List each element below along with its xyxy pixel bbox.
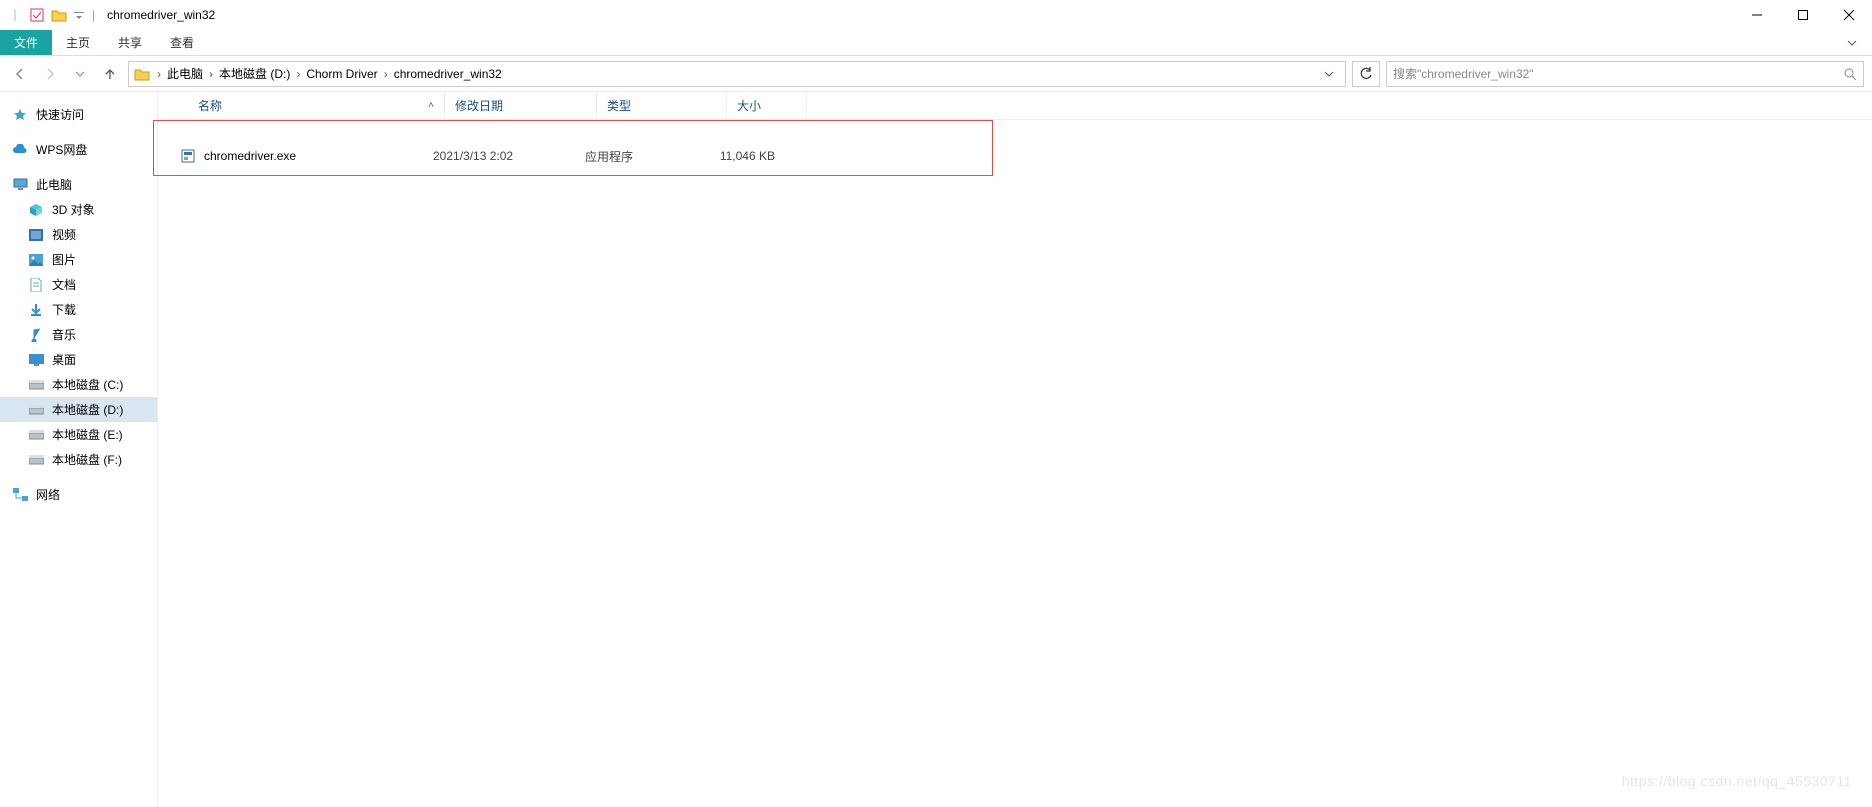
sidebar-item-label: 下载	[52, 301, 76, 318]
pc-icon	[12, 177, 28, 193]
qat-app-icon[interactable]	[28, 6, 46, 24]
folder-icon	[133, 65, 151, 83]
chevron-right-icon[interactable]: ›	[382, 67, 390, 81]
column-header-size[interactable]: 大小	[727, 92, 807, 119]
sort-ascending-icon: ˄	[428, 100, 434, 111]
drive-icon	[28, 427, 44, 443]
nav-up-button[interactable]	[98, 62, 122, 86]
sidebar-item-label: 快速访问	[36, 106, 84, 123]
sidebar-this-pc[interactable]: 此电脑	[0, 172, 157, 197]
file-date: 2021/3/13 2:02	[423, 149, 575, 163]
sidebar-item-label: 本地磁盘 (E:)	[52, 426, 123, 443]
tab-file[interactable]: 文件	[0, 30, 52, 55]
file-name: chromedriver.exe	[204, 149, 296, 163]
sidebar-item-label: 3D 对象	[52, 201, 95, 218]
qat-overflow-icon[interactable]	[74, 10, 84, 20]
column-header-type[interactable]: 类型	[597, 92, 727, 119]
sidebar-item-label: 本地磁盘 (F:)	[52, 451, 122, 468]
breadcrumb-this-pc[interactable]: 此电脑	[163, 65, 207, 82]
file-row[interactable]: chromedriver.exe 2021/3/13 2:02 应用程序 11,…	[166, 142, 1872, 170]
sidebar-item-label: 网络	[36, 486, 60, 503]
sidebar-drive-e[interactable]: 本地磁盘 (E:)	[0, 422, 157, 447]
sidebar-drive-f[interactable]: 本地磁盘 (F:)	[0, 447, 157, 472]
address-dropdown-button[interactable]	[1317, 69, 1341, 79]
picture-icon	[28, 252, 44, 268]
nav-forward-button[interactable]	[38, 62, 62, 86]
search-icon[interactable]	[1843, 67, 1857, 81]
tab-home[interactable]: 主页	[52, 30, 104, 55]
breadcrumb-current[interactable]: chromedriver_win32	[390, 67, 506, 81]
sidebar-item-label: 桌面	[52, 351, 76, 368]
sidebar-item-label: WPS网盘	[36, 141, 87, 158]
address-bar[interactable]: › 此电脑 › 本地磁盘 (D:) › Chorm Driver › chrom…	[128, 61, 1346, 87]
watermark-text: https://blog.csdn.net/qq_45530711	[1622, 773, 1852, 789]
sidebar-item-label: 文档	[52, 276, 76, 293]
sidebar-drive-c[interactable]: 本地磁盘 (C:)	[0, 372, 157, 397]
maximize-button[interactable]	[1780, 0, 1826, 30]
sidebar-item-label: 此电脑	[36, 176, 72, 193]
sidebar-3d-objects[interactable]: 3D 对象	[0, 197, 157, 222]
folder-icon	[50, 6, 68, 24]
tab-view[interactable]: 查看	[156, 30, 208, 55]
sidebar-desktop[interactable]: 桌面	[0, 347, 157, 372]
file-list-pane: 名称 ˄ 修改日期 类型 大小 chromedriver.exe 2021/3/…	[158, 92, 1872, 807]
search-input[interactable]	[1393, 67, 1837, 81]
refresh-button[interactable]	[1352, 61, 1380, 87]
sidebar-pictures[interactable]: 图片	[0, 247, 157, 272]
star-icon	[12, 107, 28, 123]
column-header-date[interactable]: 修改日期	[445, 92, 597, 119]
column-headers: 名称 ˄ 修改日期 类型 大小	[158, 92, 1872, 120]
file-type: 应用程序	[575, 148, 705, 165]
sidebar-quick-access[interactable]: 快速访问	[0, 102, 157, 127]
ribbon-collapse-button[interactable]	[1832, 30, 1872, 55]
qat-separator-icon	[6, 6, 24, 24]
sidebar-item-label: 本地磁盘 (C:)	[52, 376, 123, 393]
drive-icon	[28, 377, 44, 393]
tab-share[interactable]: 共享	[104, 30, 156, 55]
navigation-pane: 快速访问 WPS网盘 此电脑 3D 对象 视频 图	[0, 92, 158, 807]
column-header-name[interactable]: 名称 ˄	[188, 92, 445, 119]
nav-history-button[interactable]	[68, 62, 92, 86]
sidebar-item-label: 本地磁盘 (D:)	[52, 401, 123, 418]
cloud-icon	[12, 142, 28, 158]
title-separator: |	[92, 8, 95, 22]
chevron-right-icon[interactable]: ›	[294, 67, 302, 81]
sidebar-drive-d[interactable]: 本地磁盘 (D:)	[0, 397, 157, 422]
breadcrumb-chorm-driver[interactable]: Chorm Driver	[302, 67, 381, 81]
search-box[interactable]	[1386, 61, 1864, 87]
chevron-right-icon[interactable]: ›	[207, 67, 215, 81]
chevron-right-icon[interactable]: ›	[155, 67, 163, 81]
title-bar: | chromedriver_win32	[0, 0, 1872, 30]
music-icon	[28, 327, 44, 343]
navigation-bar: › 此电脑 › 本地磁盘 (D:) › Chorm Driver › chrom…	[0, 56, 1872, 92]
window-title: chromedriver_win32	[107, 8, 215, 22]
desktop-icon	[28, 352, 44, 368]
drive-icon	[28, 402, 44, 418]
drive-icon	[28, 452, 44, 468]
sidebar-documents[interactable]: 文档	[0, 272, 157, 297]
sidebar-videos[interactable]: 视频	[0, 222, 157, 247]
sidebar-item-label: 音乐	[52, 326, 76, 343]
video-icon	[28, 227, 44, 243]
sidebar-network[interactable]: 网络	[0, 482, 157, 507]
sidebar-wps[interactable]: WPS网盘	[0, 137, 157, 162]
sidebar-music[interactable]: 音乐	[0, 322, 157, 347]
sidebar-item-label: 图片	[52, 251, 76, 268]
sidebar-downloads[interactable]: 下载	[0, 297, 157, 322]
file-size: 11,046 KB	[705, 149, 785, 163]
ribbon-tabs: 文件 主页 共享 查看	[0, 30, 1872, 56]
download-icon	[28, 302, 44, 318]
minimize-button[interactable]	[1734, 0, 1780, 30]
network-icon	[12, 487, 28, 503]
exe-file-icon	[180, 148, 196, 164]
cube-icon	[28, 202, 44, 218]
breadcrumb-drive-d[interactable]: 本地磁盘 (D:)	[215, 65, 294, 82]
sidebar-item-label: 视频	[52, 226, 76, 243]
nav-back-button[interactable]	[8, 62, 32, 86]
close-button[interactable]	[1826, 0, 1872, 30]
document-icon	[28, 277, 44, 293]
